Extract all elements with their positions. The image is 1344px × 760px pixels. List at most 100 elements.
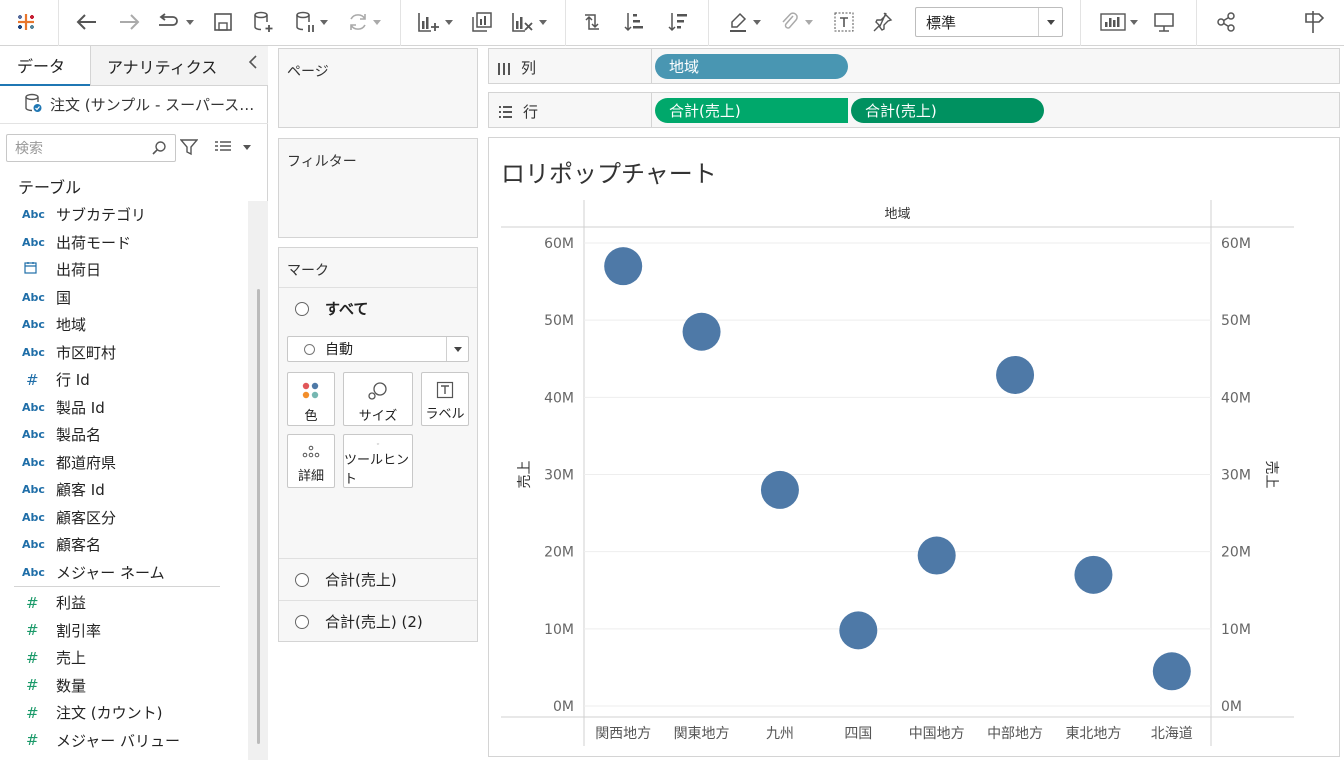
collapse-pane-icon[interactable]: [248, 54, 258, 73]
field-name: 国: [56, 288, 72, 307]
tab-analytics[interactable]: アナリティクス: [90, 46, 268, 86]
tab-data[interactable]: データ: [0, 46, 90, 86]
scrollbar[interactable]: [248, 201, 268, 760]
tooltip-button[interactable]: ツールヒント: [343, 434, 413, 488]
view-canvas: ロリポップチャート 地域 0M 0M 10M 10M 20M 20M 30M 30M 40M 40M…: [488, 137, 1340, 757]
datasource-item[interactable]: 注文 (サンプル - スーパース…: [0, 86, 268, 124]
rows-label: 行: [497, 101, 538, 122]
field-item[interactable]: # 利益: [0, 589, 248, 617]
clear-sheet-icon[interactable]: [506, 8, 552, 36]
datasource-name: 注文 (サンプル - スーパース…: [50, 96, 255, 114]
marks-layer-1[interactable]: 合計(売上): [279, 558, 477, 600]
undo-icon[interactable]: [74, 8, 100, 36]
field-item[interactable]: Abc 出荷モード: [0, 229, 248, 257]
string-type-icon: Abc: [22, 428, 45, 442]
columns-pill-region[interactable]: 地域: [655, 54, 848, 79]
y-tick-label-right: 0M: [1221, 699, 1242, 715]
marks-all-tab[interactable]: すべて: [279, 287, 477, 329]
field-item[interactable]: Abc 都道府県: [0, 449, 248, 477]
show-me-icon[interactable]: [1098, 8, 1140, 36]
field-item[interactable]: Abc メジャー ネーム: [0, 559, 248, 587]
detail-icon: [302, 445, 320, 458]
filters-shelf[interactable]: フィルター: [278, 138, 478, 238]
pages-shelf[interactable]: ページ: [278, 48, 478, 128]
field-item[interactable]: # 行 Id: [0, 366, 248, 394]
swap-icon[interactable]: [578, 8, 606, 36]
field-item[interactable]: Abc 地域: [0, 311, 248, 339]
size-button[interactable]: サイズ: [343, 372, 413, 426]
field-item[interactable]: # 注文 (カウント): [0, 699, 248, 727]
fit-select[interactable]: 標準: [915, 7, 1063, 37]
search-input[interactable]: 検索: [6, 134, 176, 162]
presentation-icon[interactable]: [1150, 8, 1178, 36]
new-sheet-icon[interactable]: [412, 8, 458, 36]
color-button[interactable]: 色: [287, 372, 335, 426]
rows-shelf[interactable]: 行 合計(売上) 合計(売上): [488, 92, 1340, 128]
field-item[interactable]: Abc 製品名: [0, 421, 248, 449]
field-item[interactable]: Abc サブカテゴリ: [0, 201, 248, 229]
pin-icon[interactable]: [868, 8, 896, 36]
rows-pill-sales-1[interactable]: 合計(売上): [655, 98, 848, 123]
field-item[interactable]: Abc 顧客名: [0, 531, 248, 559]
data-point: [682, 312, 721, 351]
field-item[interactable]: 出荷日: [0, 256, 248, 284]
field-item[interactable]: Abc 市区町村: [0, 339, 248, 367]
new-datasource-icon[interactable]: [250, 8, 276, 36]
y-tick-label-left: 40M: [544, 390, 574, 406]
field-item[interactable]: Abc 顧客区分: [0, 504, 248, 532]
number-type-icon: #: [26, 621, 39, 640]
filter-icon[interactable]: [179, 138, 199, 160]
field-name: 市区町村: [56, 343, 117, 362]
columns-shelf[interactable]: 列 地域: [488, 48, 1340, 84]
search-placeholder: 検索: [15, 141, 43, 157]
scrollbar-thumb[interactable]: [257, 289, 260, 744]
field-name: 都道府県: [56, 453, 117, 472]
detail-button[interactable]: 詳細: [287, 434, 335, 488]
field-name: 製品名: [56, 426, 102, 445]
string-type-icon: Abc: [22, 235, 45, 249]
label-icon[interactable]: [830, 8, 858, 36]
group-icon[interactable]: [774, 8, 818, 36]
field-item[interactable]: # 割引率: [0, 617, 248, 645]
sort-asc-icon[interactable]: [620, 8, 648, 36]
replay-icon[interactable]: [155, 8, 195, 36]
columns-icon: [498, 62, 510, 75]
sign-in-icon[interactable]: [1296, 8, 1332, 36]
field-item[interactable]: # 売上: [0, 644, 248, 672]
detail-label: 詳細: [297, 469, 324, 484]
chevron-down-icon[interactable]: [243, 145, 251, 150]
pause-update-icon[interactable]: [290, 8, 332, 36]
field-name: 顧客区分: [56, 508, 117, 527]
field-item[interactable]: Abc 国: [0, 284, 248, 312]
field-item[interactable]: # メジャー バリュー: [0, 727, 248, 755]
save-icon[interactable]: [210, 8, 236, 36]
field-item[interactable]: # 数量: [0, 672, 248, 700]
redo-icon[interactable]: [116, 8, 142, 36]
share-icon[interactable]: [1212, 8, 1240, 36]
field-item[interactable]: Abc 顧客 Id: [0, 476, 248, 504]
mark-type-value: 自動: [325, 342, 353, 358]
mark-type-select[interactable]: 自動: [287, 336, 469, 362]
list-view-icon[interactable]: [214, 140, 232, 158]
tableau-logo-icon[interactable]: [12, 8, 40, 36]
highlight-icon[interactable]: [722, 8, 766, 36]
string-type-icon: Abc: [22, 400, 45, 414]
rows-pill-sales-2[interactable]: 合計(売上): [851, 98, 1044, 123]
y-axis-title-right: 売上: [1263, 461, 1279, 489]
duplicate-sheet-icon[interactable]: [468, 8, 496, 36]
marks-title: マーク: [287, 263, 329, 279]
field-name: 地域: [56, 316, 87, 335]
x-tick-label: 北海道: [1151, 726, 1193, 742]
x-tick-label: 関西地方: [595, 726, 651, 742]
field-list: Abc サブカテゴリ Abc 出荷モード 出荷日 Abc 国 Abc 地域 Abc 市区町村 # 行 I…: [0, 201, 248, 754]
label-button[interactable]: ラベル: [421, 372, 469, 426]
field-item[interactable]: Abc 製品 Id: [0, 394, 248, 422]
y-tick-label-left: 0M: [553, 699, 574, 715]
x-tick-label: 東北地方: [1065, 726, 1121, 742]
data-point: [839, 611, 878, 650]
refresh-icon[interactable]: [342, 8, 386, 36]
data-point: [1152, 652, 1191, 691]
marks-all-label: すべて: [325, 300, 369, 318]
marks-layer-2[interactable]: 合計(売上) (2): [279, 600, 477, 642]
sort-desc-icon[interactable]: [664, 8, 692, 36]
